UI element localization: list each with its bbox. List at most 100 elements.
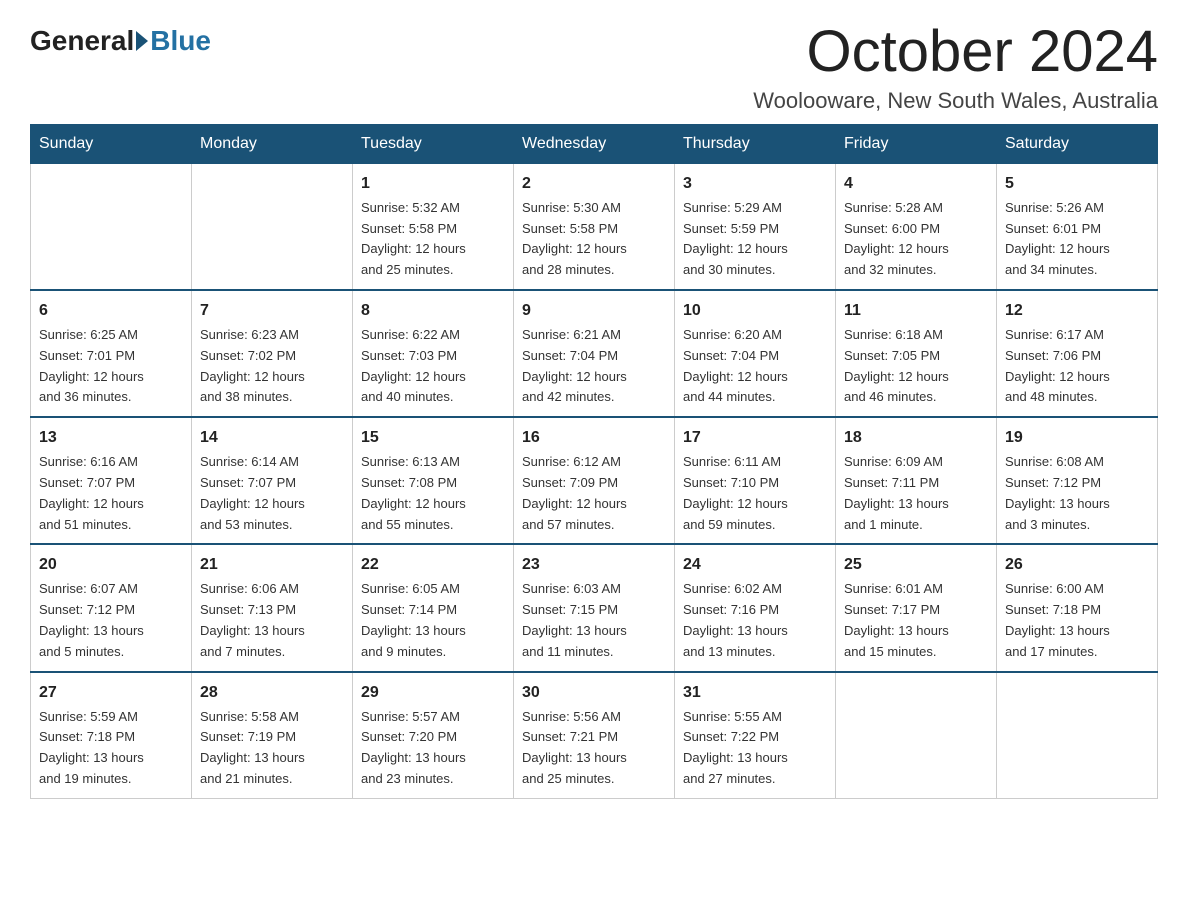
calendar-cell: 22Sunrise: 6:05 AMSunset: 7:14 PMDayligh… (353, 544, 514, 671)
calendar-table: SundayMondayTuesdayWednesdayThursdayFrid… (30, 124, 1158, 799)
day-number: 14 (200, 426, 344, 450)
calendar-cell: 28Sunrise: 5:58 AMSunset: 7:19 PMDayligh… (192, 672, 353, 799)
week-row-5: 27Sunrise: 5:59 AMSunset: 7:18 PMDayligh… (31, 672, 1158, 799)
day-number: 9 (522, 299, 666, 323)
day-number: 6 (39, 299, 183, 323)
week-row-4: 20Sunrise: 6:07 AMSunset: 7:12 PMDayligh… (31, 544, 1158, 671)
day-number: 26 (1005, 553, 1149, 577)
day-info: Sunrise: 5:56 AMSunset: 7:21 PMDaylight:… (522, 707, 666, 790)
day-info: Sunrise: 5:59 AMSunset: 7:18 PMDaylight:… (39, 707, 183, 790)
day-number: 30 (522, 681, 666, 705)
day-number: 27 (39, 681, 183, 705)
calendar-cell: 18Sunrise: 6:09 AMSunset: 7:11 PMDayligh… (836, 417, 997, 544)
day-number: 16 (522, 426, 666, 450)
month-title: October 2024 (753, 20, 1158, 84)
day-info: Sunrise: 6:23 AMSunset: 7:02 PMDaylight:… (200, 325, 344, 408)
calendar-cell: 31Sunrise: 5:55 AMSunset: 7:22 PMDayligh… (675, 672, 836, 799)
calendar-cell: 16Sunrise: 6:12 AMSunset: 7:09 PMDayligh… (514, 417, 675, 544)
week-row-2: 6Sunrise: 6:25 AMSunset: 7:01 PMDaylight… (31, 290, 1158, 417)
weekday-header-row: SundayMondayTuesdayWednesdayThursdayFrid… (31, 124, 1158, 163)
day-number: 17 (683, 426, 827, 450)
calendar-cell: 13Sunrise: 6:16 AMSunset: 7:07 PMDayligh… (31, 417, 192, 544)
day-info: Sunrise: 6:16 AMSunset: 7:07 PMDaylight:… (39, 452, 183, 535)
weekday-header-wednesday: Wednesday (514, 124, 675, 163)
calendar-cell: 12Sunrise: 6:17 AMSunset: 7:06 PMDayligh… (997, 290, 1158, 417)
day-number: 29 (361, 681, 505, 705)
day-number: 5 (1005, 172, 1149, 196)
calendar-cell: 15Sunrise: 6:13 AMSunset: 7:08 PMDayligh… (353, 417, 514, 544)
day-info: Sunrise: 6:14 AMSunset: 7:07 PMDaylight:… (200, 452, 344, 535)
logo-general-text: General (30, 25, 134, 57)
day-number: 1 (361, 172, 505, 196)
day-number: 20 (39, 553, 183, 577)
day-number: 13 (39, 426, 183, 450)
day-info: Sunrise: 6:08 AMSunset: 7:12 PMDaylight:… (1005, 452, 1149, 535)
calendar-cell: 23Sunrise: 6:03 AMSunset: 7:15 PMDayligh… (514, 544, 675, 671)
day-number: 18 (844, 426, 988, 450)
logo-area: General Blue (30, 20, 211, 57)
calendar-cell: 30Sunrise: 5:56 AMSunset: 7:21 PMDayligh… (514, 672, 675, 799)
day-number: 3 (683, 172, 827, 196)
day-number: 15 (361, 426, 505, 450)
day-number: 4 (844, 172, 988, 196)
week-row-3: 13Sunrise: 6:16 AMSunset: 7:07 PMDayligh… (31, 417, 1158, 544)
day-number: 28 (200, 681, 344, 705)
day-number: 12 (1005, 299, 1149, 323)
calendar-cell: 20Sunrise: 6:07 AMSunset: 7:12 PMDayligh… (31, 544, 192, 671)
logo-arrow-icon (136, 31, 148, 51)
day-number: 7 (200, 299, 344, 323)
day-info: Sunrise: 5:58 AMSunset: 7:19 PMDaylight:… (200, 707, 344, 790)
calendar-cell: 17Sunrise: 6:11 AMSunset: 7:10 PMDayligh… (675, 417, 836, 544)
weekday-header-monday: Monday (192, 124, 353, 163)
day-number: 22 (361, 553, 505, 577)
day-info: Sunrise: 6:22 AMSunset: 7:03 PMDaylight:… (361, 325, 505, 408)
logo-blue-text: Blue (150, 25, 211, 57)
day-info: Sunrise: 6:06 AMSunset: 7:13 PMDaylight:… (200, 579, 344, 662)
day-info: Sunrise: 5:55 AMSunset: 7:22 PMDaylight:… (683, 707, 827, 790)
calendar-cell: 27Sunrise: 5:59 AMSunset: 7:18 PMDayligh… (31, 672, 192, 799)
calendar-cell: 4Sunrise: 5:28 AMSunset: 6:00 PMDaylight… (836, 163, 997, 290)
calendar-cell: 6Sunrise: 6:25 AMSunset: 7:01 PMDaylight… (31, 290, 192, 417)
day-info: Sunrise: 6:20 AMSunset: 7:04 PMDaylight:… (683, 325, 827, 408)
day-number: 10 (683, 299, 827, 323)
calendar-cell: 8Sunrise: 6:22 AMSunset: 7:03 PMDaylight… (353, 290, 514, 417)
week-row-1: 1Sunrise: 5:32 AMSunset: 5:58 PMDaylight… (31, 163, 1158, 290)
calendar-cell: 3Sunrise: 5:29 AMSunset: 5:59 PMDaylight… (675, 163, 836, 290)
day-info: Sunrise: 6:13 AMSunset: 7:08 PMDaylight:… (361, 452, 505, 535)
day-info: Sunrise: 6:11 AMSunset: 7:10 PMDaylight:… (683, 452, 827, 535)
calendar-cell: 5Sunrise: 5:26 AMSunset: 6:01 PMDaylight… (997, 163, 1158, 290)
calendar-cell: 29Sunrise: 5:57 AMSunset: 7:20 PMDayligh… (353, 672, 514, 799)
day-info: Sunrise: 6:03 AMSunset: 7:15 PMDaylight:… (522, 579, 666, 662)
weekday-header-thursday: Thursday (675, 124, 836, 163)
calendar-cell: 24Sunrise: 6:02 AMSunset: 7:16 PMDayligh… (675, 544, 836, 671)
calendar-cell (836, 672, 997, 799)
day-info: Sunrise: 6:05 AMSunset: 7:14 PMDaylight:… (361, 579, 505, 662)
calendar-cell: 26Sunrise: 6:00 AMSunset: 7:18 PMDayligh… (997, 544, 1158, 671)
calendar-cell: 1Sunrise: 5:32 AMSunset: 5:58 PMDaylight… (353, 163, 514, 290)
day-number: 21 (200, 553, 344, 577)
calendar-cell: 14Sunrise: 6:14 AMSunset: 7:07 PMDayligh… (192, 417, 353, 544)
calendar-cell: 2Sunrise: 5:30 AMSunset: 5:58 PMDaylight… (514, 163, 675, 290)
calendar-cell: 7Sunrise: 6:23 AMSunset: 7:02 PMDaylight… (192, 290, 353, 417)
day-number: 19 (1005, 426, 1149, 450)
calendar-cell: 11Sunrise: 6:18 AMSunset: 7:05 PMDayligh… (836, 290, 997, 417)
weekday-header-sunday: Sunday (31, 124, 192, 163)
day-info: Sunrise: 5:32 AMSunset: 5:58 PMDaylight:… (361, 198, 505, 281)
day-number: 25 (844, 553, 988, 577)
day-info: Sunrise: 6:02 AMSunset: 7:16 PMDaylight:… (683, 579, 827, 662)
day-info: Sunrise: 6:18 AMSunset: 7:05 PMDaylight:… (844, 325, 988, 408)
calendar-cell: 10Sunrise: 6:20 AMSunset: 7:04 PMDayligh… (675, 290, 836, 417)
calendar-cell (31, 163, 192, 290)
day-info: Sunrise: 5:26 AMSunset: 6:01 PMDaylight:… (1005, 198, 1149, 281)
day-number: 8 (361, 299, 505, 323)
day-info: Sunrise: 6:21 AMSunset: 7:04 PMDaylight:… (522, 325, 666, 408)
day-info: Sunrise: 6:17 AMSunset: 7:06 PMDaylight:… (1005, 325, 1149, 408)
day-info: Sunrise: 5:30 AMSunset: 5:58 PMDaylight:… (522, 198, 666, 281)
calendar-cell: 9Sunrise: 6:21 AMSunset: 7:04 PMDaylight… (514, 290, 675, 417)
calendar-cell (997, 672, 1158, 799)
day-info: Sunrise: 6:01 AMSunset: 7:17 PMDaylight:… (844, 579, 988, 662)
day-info: Sunrise: 5:57 AMSunset: 7:20 PMDaylight:… (361, 707, 505, 790)
day-info: Sunrise: 6:07 AMSunset: 7:12 PMDaylight:… (39, 579, 183, 662)
day-info: Sunrise: 6:25 AMSunset: 7:01 PMDaylight:… (39, 325, 183, 408)
day-info: Sunrise: 6:09 AMSunset: 7:11 PMDaylight:… (844, 452, 988, 535)
